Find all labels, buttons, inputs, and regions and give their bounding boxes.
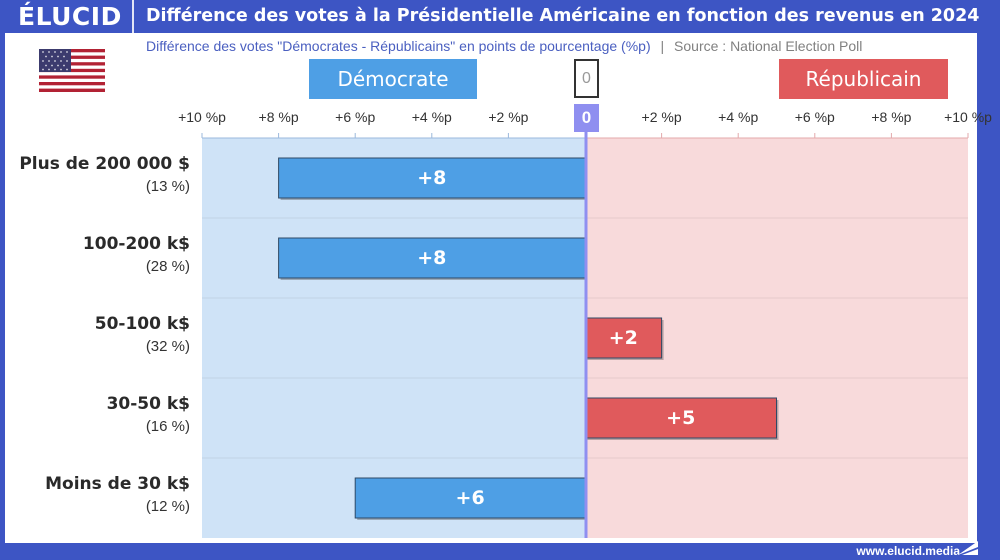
tick-label-left: +6 %p bbox=[335, 109, 376, 125]
tick-label-left: +2 %p bbox=[488, 109, 529, 125]
zero-axis-label: 0 bbox=[574, 104, 599, 132]
tick-label-right: +2 %p bbox=[641, 109, 682, 125]
elucid-mark-icon bbox=[958, 541, 978, 555]
category-name: 50-100 k$ bbox=[94, 314, 190, 334]
bar-value-label: +2 bbox=[608, 327, 638, 349]
category-label: 30-50 k$ (16 %) bbox=[107, 394, 190, 435]
category-label: 100-200 k$ (28 %) bbox=[83, 234, 190, 275]
category-label: 50-100 k$ (32 %) bbox=[95, 314, 190, 355]
category-name: 30-50 k$ bbox=[106, 394, 190, 414]
tick-label-left: +8 %p bbox=[258, 109, 299, 125]
footer-url[interactable]: www.elucid.media bbox=[856, 544, 960, 558]
category-name: Moins de 30 k$ bbox=[45, 474, 190, 494]
bar-value-label: +8 bbox=[417, 167, 447, 189]
bar-value-label: +5 bbox=[666, 407, 696, 429]
tick-label-right: +4 %p bbox=[718, 109, 759, 125]
category-name: Plus de 200 000 $ bbox=[19, 154, 190, 174]
category-share: (16 %) bbox=[145, 418, 190, 435]
tick-label-right: +6 %p bbox=[794, 109, 835, 125]
category-label: Moins de 30 k$ (12 %) bbox=[45, 474, 190, 515]
tick-label-left: +4 %p bbox=[411, 109, 452, 125]
bar-value-label: +8 bbox=[417, 247, 447, 269]
tick-label-right: +10 %p bbox=[944, 109, 992, 125]
bar-value-label: +6 bbox=[455, 487, 485, 509]
category-share: (12 %) bbox=[145, 498, 190, 515]
category-share: (28 %) bbox=[145, 258, 190, 275]
category-share: (13 %) bbox=[145, 178, 190, 195]
tick-label-left: +10 %p bbox=[178, 109, 226, 125]
tick-label-right: +8 %p bbox=[871, 109, 912, 125]
category-share: (32 %) bbox=[145, 338, 190, 355]
category-label: Plus de 200 000 $ (13 %) bbox=[19, 154, 190, 195]
category-name: 100-200 k$ bbox=[82, 234, 190, 254]
